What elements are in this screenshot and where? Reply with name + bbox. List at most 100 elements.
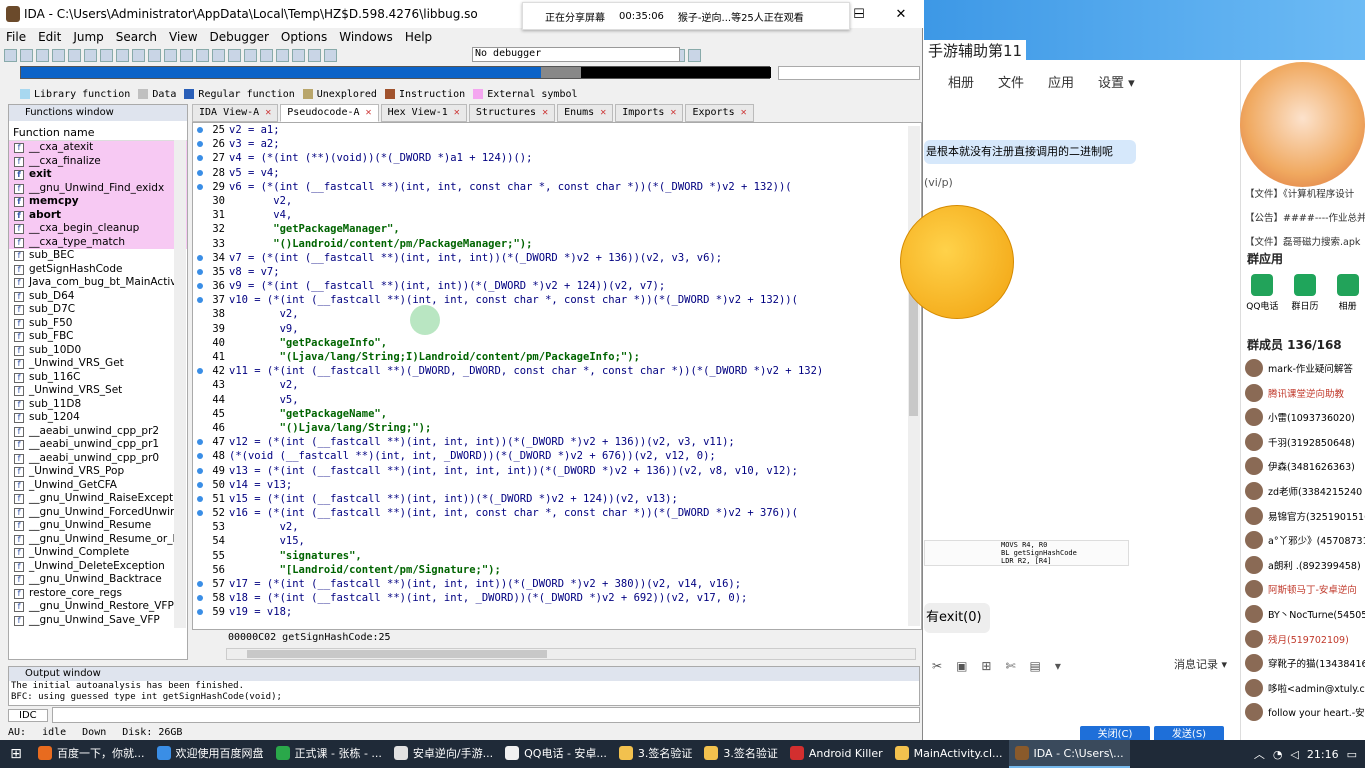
more-icon[interactable]: ▾ <box>1055 659 1061 673</box>
function-item[interactable]: f __gnu_Unwind_Backtrace <box>9 573 187 587</box>
network-icon[interactable]: ◔ <box>1273 748 1283 761</box>
pseudocode-view[interactable]: 25 v2 = a1; 26 v3 = a2; 27 v4 = (*(int (**)(v… <box>192 122 922 630</box>
function-item[interactable]: f Java_com_bug_bt_MainActivi <box>9 276 187 290</box>
functions-scrollbar[interactable] <box>174 140 186 628</box>
tab-hex-view-1[interactable]: Hex View-1 ✕ <box>380 104 467 122</box>
function-item[interactable]: f __gnu_Unwind_Restore_VFP <box>9 600 187 614</box>
idc-button[interactable]: IDC <box>8 708 48 722</box>
toolbar-icon[interactable] <box>116 48 129 62</box>
group-notice[interactable]: 【文件】磊哥磁力搜索.apk <box>1245 234 1365 248</box>
toolbar-icon[interactable] <box>4 48 17 62</box>
member-item[interactable]: 伊森(3481626363) <box>1245 454 1365 478</box>
code-line[interactable]: 39 v9, <box>193 322 921 336</box>
toolbar-icon[interactable] <box>276 48 289 62</box>
toolbar-icon[interactable] <box>180 48 193 62</box>
scissors-icon[interactable]: ✄ <box>1005 659 1015 673</box>
toolbar-icon[interactable] <box>244 48 257 62</box>
member-item[interactable]: 穿靴子的猫(13438416 <box>1245 651 1365 675</box>
code-line[interactable]: 40 "getPackageInfo", <box>193 336 921 350</box>
function-item[interactable]: f _Unwind_VRS_Pop <box>9 465 187 479</box>
code-line[interactable]: 33 "()Landroid/content/pm/PackageManager… <box>193 237 921 251</box>
member-item[interactable]: zd老师(3384215240 <box>1245 479 1365 503</box>
tab-imports[interactable]: Imports ✕ <box>615 104 684 122</box>
taskbar-item[interactable]: MainActivity.cl... <box>889 740 1009 768</box>
group-app[interactable]: QQ电话 <box>1245 274 1280 312</box>
toolbar-icon[interactable] <box>36 48 49 62</box>
member-item[interactable]: 小雷(1093736020) <box>1245 405 1365 429</box>
menu-search[interactable]: Search <box>110 30 163 44</box>
tab-structures[interactable]: Structures ✕ <box>468 104 556 122</box>
function-item[interactable]: f restore_core_regs <box>9 587 187 601</box>
toolbar-icon[interactable] <box>228 48 241 62</box>
function-item[interactable]: f __cxa_begin_cleanup <box>9 222 187 236</box>
code-line[interactable]: 25 v2 = a1; <box>193 123 921 137</box>
qq-nav-item[interactable]: 文件 <box>998 72 1024 91</box>
taskbar-item[interactable]: QQ电话 - 安卓... <box>499 740 613 768</box>
taskbar-item[interactable]: 3.签名验证 <box>613 740 699 768</box>
code-line[interactable]: 47 v12 = (*(int (__fastcall **)(int, int,… <box>193 435 921 449</box>
function-item[interactable]: f sub_1204 <box>9 411 187 425</box>
code-line[interactable]: 55 "signatures", <box>193 549 921 563</box>
trash-icon[interactable]: ▤ <box>1030 659 1041 673</box>
code-line[interactable]: 50 v14 = v13; <box>193 478 921 492</box>
toolbar-icon[interactable] <box>100 48 113 62</box>
code-line[interactable]: 36 v9 = (*(int (__fastcall **)(int, int))… <box>193 279 921 293</box>
function-item[interactable]: f __cxa_atexit <box>9 141 187 155</box>
notification-icon[interactable]: ▭ <box>1347 748 1357 761</box>
function-item[interactable]: f _Unwind_Complete <box>9 546 187 560</box>
menu-jump[interactable]: Jump <box>67 30 109 44</box>
function-item[interactable]: f exit <box>9 168 187 182</box>
member-item[interactable]: 易锦官方(3251901516 <box>1245 504 1365 528</box>
toolbar-icon[interactable] <box>148 48 161 62</box>
tab-close-icon[interactable]: ✕ <box>448 107 460 118</box>
breakpoint-dot-icon[interactable] <box>197 141 203 148</box>
tab-close-icon[interactable]: ✕ <box>536 107 548 118</box>
menu-edit[interactable]: Edit <box>32 30 67 44</box>
function-item[interactable]: f __gnu_Unwind_Find_exidx <box>9 181 187 195</box>
breakpoint-dot-icon[interactable] <box>197 254 203 261</box>
function-item[interactable]: f getSignHashCode <box>9 263 187 277</box>
code-line[interactable]: 51 v15 = (*(int (__fastcall **)(int, int)… <box>193 492 921 506</box>
breakpoint-dot-icon[interactable] <box>197 155 203 162</box>
navigation-band[interactable] <box>20 66 771 79</box>
code-line[interactable]: 46 "()Ljava/lang/String;"); <box>193 421 921 435</box>
breakpoint-dot-icon[interactable] <box>197 510 203 517</box>
share-viewers[interactable]: 猴子-逆向...等25人正在观看 <box>678 9 804 24</box>
breakpoint-dot-icon[interactable] <box>197 297 203 304</box>
function-name-column[interactable]: Function name <box>9 125 187 141</box>
function-item[interactable]: f __gnu_Unwind_Resume <box>9 519 187 533</box>
toolbar-icon[interactable] <box>68 48 81 62</box>
qq-nav-item[interactable]: 设置 ▾ <box>1098 72 1135 91</box>
code-line[interactable]: 45 "getPackageName", <box>193 407 921 421</box>
function-item[interactable]: f memcpy <box>9 195 187 209</box>
function-item[interactable]: f __gnu_Unwind_ForcedUnwir <box>9 506 187 520</box>
code-line[interactable]: 54 v15, <box>193 534 921 548</box>
toolbar-icon[interactable] <box>260 48 273 62</box>
code-line[interactable]: 58 v18 = (*(int (__fastcall **)(int, int,… <box>193 591 921 605</box>
member-item[interactable]: mark-作业疑问解答 <box>1245 356 1365 380</box>
member-item[interactable]: BY丶NocTurne(545054 <box>1245 602 1365 626</box>
toolbar-icon[interactable] <box>132 48 145 62</box>
pseudocode-vertical-scrollbar[interactable] <box>908 126 920 626</box>
tab-close-icon[interactable]: ✕ <box>360 107 372 118</box>
toolbar-icon[interactable] <box>688 48 701 62</box>
function-item[interactable]: f __gnu_Unwind_Resume_or_F <box>9 533 187 547</box>
code-line[interactable]: 28 v5 = v4; <box>193 166 921 180</box>
code-line[interactable]: 59 v19 = v18; <box>193 605 921 619</box>
function-item[interactable]: f sub_D7C <box>9 303 187 317</box>
function-item[interactable]: f _Unwind_GetCFA <box>9 479 187 493</box>
navigation-dropdown[interactable] <box>778 66 920 80</box>
breakpoint-dot-icon[interactable] <box>197 495 203 502</box>
message-record-button[interactable]: 消息记录 ▾ <box>1174 656 1227 672</box>
idc-input[interactable] <box>51 707 920 723</box>
breakpoint-dot-icon[interactable] <box>197 368 203 375</box>
code-line[interactable]: 27 v4 = (*(int (**)(void))(*(_DWORD *)a1 … <box>193 151 921 165</box>
toolbar-icon[interactable] <box>20 48 33 62</box>
code-line[interactable]: 52 v16 = (*(int (__fastcall **)(int, int,… <box>193 506 921 520</box>
breakpoint-dot-icon[interactable] <box>197 283 203 290</box>
breakpoint-dot-icon[interactable] <box>197 467 203 474</box>
function-item[interactable]: f _Unwind_VRS_Set <box>9 384 187 398</box>
group-app[interactable]: 相册 <box>1330 274 1365 312</box>
member-item[interactable]: follow your heart.-安卓 <box>1245 700 1365 724</box>
toolbar-icon[interactable] <box>324 48 337 62</box>
